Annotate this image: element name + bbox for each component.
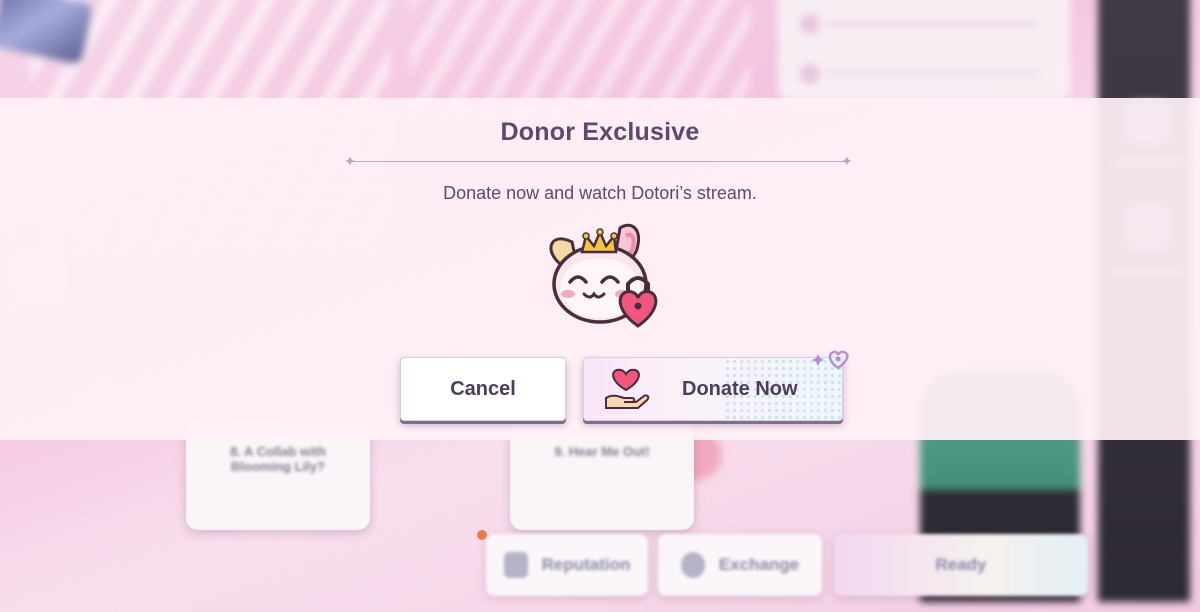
dialog-title: Donor Exclusive (500, 118, 700, 146)
exchange-icon (680, 552, 705, 578)
donate-now-label: Donate Now (682, 378, 798, 400)
menu-badge-icon (0, 0, 94, 65)
exchange-button: Exchange (658, 534, 822, 596)
heart-in-hand-icon (605, 368, 650, 409)
episode-card-title: 9. Hear Me Out! (554, 444, 650, 459)
reputation-button: Reputation (486, 534, 648, 596)
ready-button: Ready (834, 534, 1088, 596)
episode-card-title: 8. A Collab with Blooming Lily? (230, 444, 326, 474)
sparkle-left-icon: ✦ (344, 153, 356, 169)
donor-exclusive-dialog: Donor Exclusive ✦ ✦ Donate now and watch… (0, 98, 1200, 440)
dialog-message: Donate now and watch Dotori’s stream. (443, 183, 757, 203)
sparkle-right-icon: ✦ (841, 153, 853, 169)
background-stripes (410, 0, 750, 110)
sparkle-heart-icon (812, 350, 849, 370)
donate-now-button[interactable]: Donate Now (583, 350, 849, 421)
reputation-icon (503, 552, 528, 578)
locked-bunny-sticker-icon (549, 223, 658, 328)
cancel-button[interactable]: Cancel (400, 357, 566, 421)
cancel-button-label: Cancel (450, 377, 516, 400)
background-list-panel (778, 0, 1070, 100)
title-divider (352, 161, 846, 162)
